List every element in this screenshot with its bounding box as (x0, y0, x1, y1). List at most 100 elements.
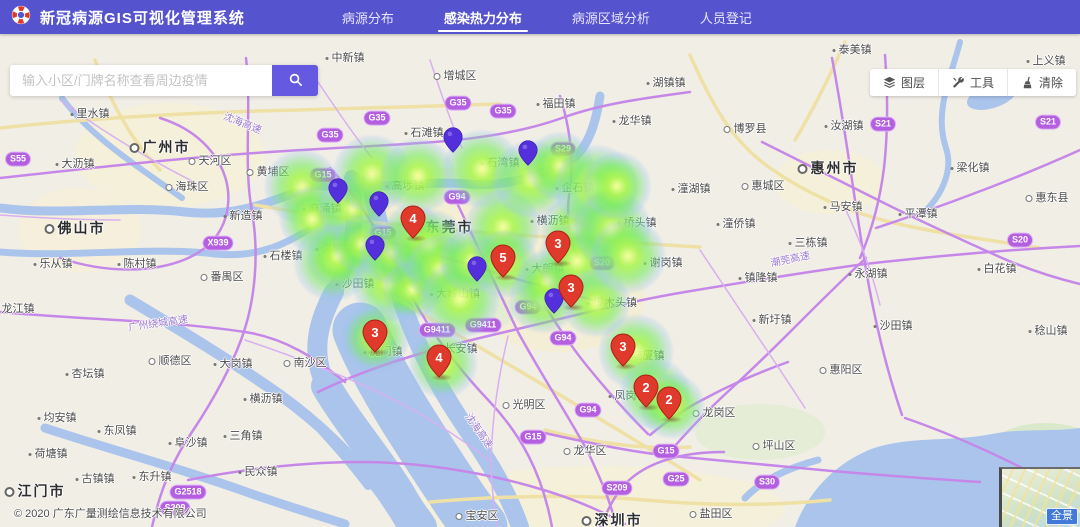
nav-tab-3[interactable]: 病源区域分析 (570, 0, 652, 35)
lifebuoy-logo-icon (10, 4, 32, 31)
place-marker-dot (5, 487, 15, 497)
nav-tab-1[interactable]: 病源分布 (340, 0, 396, 35)
place-marker-dot (239, 471, 242, 474)
place-label-town: 汝湖镇 (825, 117, 864, 133)
case-pin-purple[interactable] (518, 140, 538, 166)
cluster-pin-red[interactable]: 2 (656, 386, 682, 420)
place-label-district: 龙华区 (564, 442, 607, 458)
place-label-city: 惠州市 (798, 158, 859, 178)
place-label-town: 平潭镇 (899, 205, 938, 221)
place-label-town: 企石镇 (556, 179, 595, 195)
place-marker-dot (481, 162, 484, 165)
place-marker-dot (336, 283, 339, 286)
place-label-district: 惠阳区 (820, 361, 863, 377)
place-label-district: 增城区 (434, 67, 477, 83)
road-shield: S55 (5, 152, 31, 167)
place-marker-dot (456, 513, 463, 520)
place-marker-dot (753, 443, 760, 450)
svg-text:4: 4 (435, 350, 443, 365)
place-label-town: 均安镇 (38, 409, 77, 425)
place-label-town: 新造镇 (224, 207, 263, 223)
nav-tab-4[interactable]: 人员登记 (698, 0, 754, 35)
nav-tab-2[interactable]: 感染热力分布 (442, 0, 524, 35)
road-shield: X939 (202, 236, 233, 251)
svg-text:3: 3 (554, 236, 561, 251)
place-label-town: 龙江镇 (0, 300, 35, 316)
app-title: 新冠病源GIS可视化管理系统 (40, 7, 245, 28)
case-pin-purple[interactable] (328, 178, 348, 204)
minimap-panorama-button[interactable]: 全景 (1046, 508, 1078, 525)
place-label-town: 东凤镇 (98, 422, 137, 438)
place-marker-dot (326, 57, 329, 60)
map-canvas[interactable]: 广州市佛山市东莞市惠州市深圳市江门市天河区黄埔区海珠区番禺区南沙区顺德区增城区惠… (0, 0, 1080, 527)
place-marker-dot (693, 410, 700, 417)
place-marker-dot (672, 188, 675, 191)
place-marker-dot (284, 360, 291, 367)
place-marker-dot (130, 143, 140, 153)
place-marker-dot (564, 448, 571, 455)
toolbar-button-label: 清除 (1039, 74, 1063, 91)
road-shield: S21 (1035, 115, 1061, 130)
cluster-pin-red[interactable]: 4 (426, 344, 452, 378)
minimap[interactable]: 全景 (999, 467, 1080, 527)
toolbar-button-tools[interactable]: 工具 (938, 69, 1007, 96)
toolbar-button-broom[interactable]: 清除 (1007, 69, 1076, 96)
map-toolbar: 图层工具 清除 (870, 69, 1076, 96)
place-marker-dot (618, 222, 621, 225)
place-label-town: 陈村镇 (118, 255, 157, 271)
case-pin-purple[interactable] (369, 191, 389, 217)
place-marker-dot (34, 263, 37, 266)
place-marker-dot (386, 185, 389, 188)
search-input[interactable] (10, 65, 272, 96)
place-label-town: 沙田镇 (874, 317, 913, 333)
road-shield: S20 (589, 256, 615, 271)
place-label-town: 荷塘镇 (29, 445, 68, 461)
place-label-city: 江门市 (5, 481, 66, 501)
app-root: 广州市佛山市东莞市惠州市深圳市江门市天河区黄埔区海珠区番禺区南沙区顺德区增城区惠… (0, 0, 1080, 527)
place-label-town: 横沥镇 (531, 212, 570, 228)
place-marker-dot (820, 367, 827, 374)
place-marker-dot (789, 242, 792, 245)
cluster-pin-red[interactable]: 5 (490, 244, 516, 278)
place-marker-dot (29, 453, 32, 456)
case-pin-purple[interactable] (365, 235, 385, 261)
place-marker-dot (644, 262, 647, 265)
place-marker-dot (833, 49, 836, 52)
place-marker-dot (201, 274, 208, 281)
search-button[interactable] (272, 65, 318, 96)
cluster-pin-red[interactable]: 3 (558, 274, 584, 308)
place-marker-dot (133, 476, 136, 479)
place-label-town: 桥头镇 (618, 214, 657, 230)
place-label-town: 里水镇 (71, 105, 110, 121)
place-label-district: 南沙区 (284, 354, 327, 370)
case-pin-purple[interactable] (443, 127, 463, 153)
cluster-pin-red[interactable]: 3 (610, 333, 636, 367)
place-label-district: 盐田区 (690, 505, 733, 521)
road-shield: G35 (363, 111, 390, 126)
place-label-district: 番禺区 (201, 268, 244, 284)
toolbar-button-layers[interactable]: 图层 (870, 69, 938, 96)
place-label-town: 杏坛镇 (66, 365, 105, 381)
cluster-pin-red[interactable]: 3 (545, 230, 571, 264)
place-marker-dot (824, 206, 827, 209)
place-marker-dot (247, 169, 254, 176)
road-shield: S20 (1007, 233, 1033, 248)
road-shield: S29 (550, 142, 576, 157)
place-marker-dot (537, 103, 540, 106)
cluster-pin-red[interactable]: 4 (400, 205, 426, 239)
place-marker-dot (224, 215, 227, 218)
place-label-town: 稔山镇 (1029, 322, 1068, 338)
svg-text:3: 3 (619, 339, 626, 354)
cluster-pin-red[interactable]: 3 (362, 319, 388, 353)
case-pin-purple[interactable] (467, 256, 487, 282)
place-label-district: 黄埔区 (247, 163, 290, 179)
place-marker-dot (224, 435, 227, 438)
place-marker-dot (434, 73, 441, 80)
road-shield: G35 (444, 96, 471, 111)
svg-text:2: 2 (665, 392, 672, 407)
svg-text:5: 5 (499, 250, 506, 265)
place-label-district: 天河区 (189, 152, 232, 168)
place-label-district: 光明区 (503, 396, 546, 412)
place-label-town: 潼侨镇 (717, 215, 756, 231)
place-marker-dot (38, 417, 41, 420)
